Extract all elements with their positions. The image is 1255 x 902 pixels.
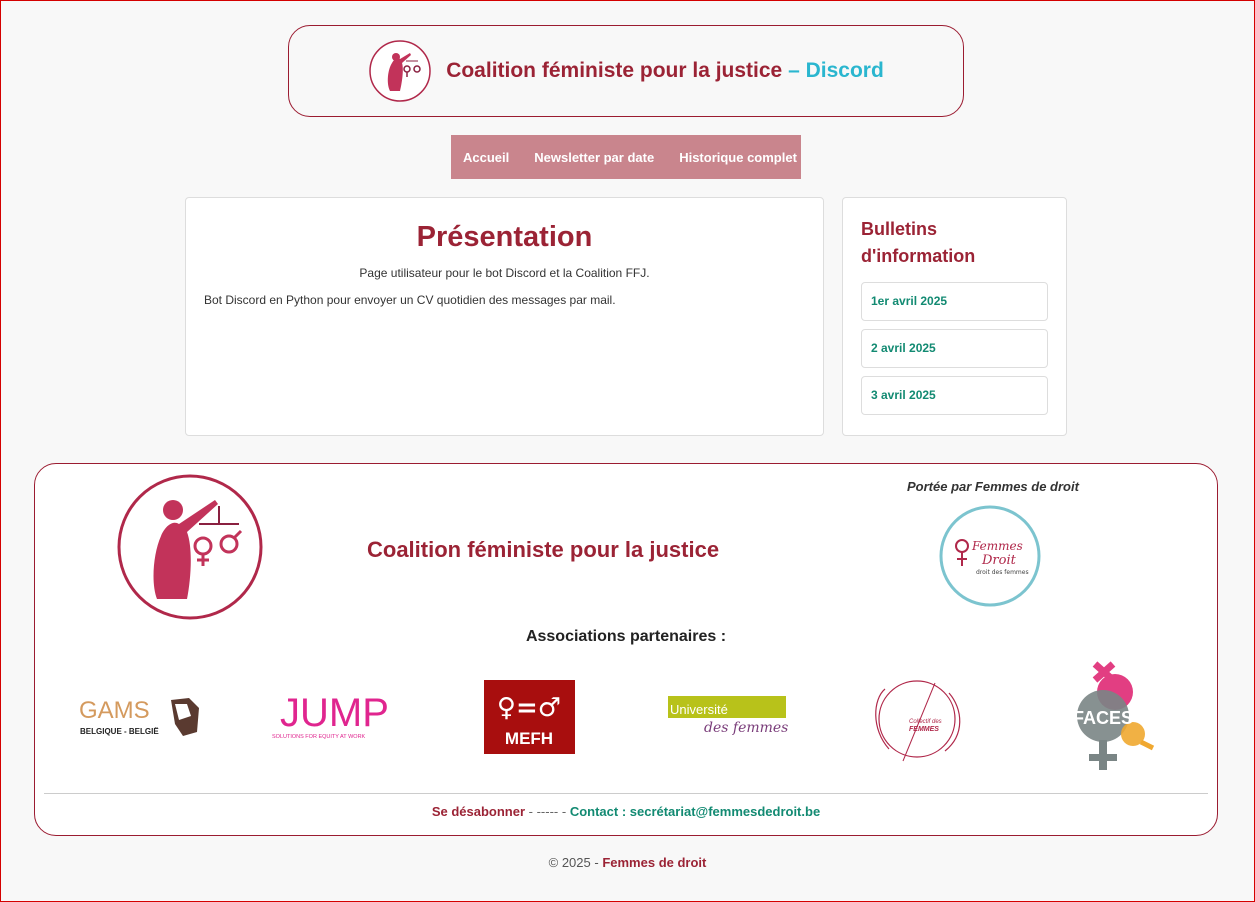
presentation-description: Bot Discord en Python pour envoyer un CV… <box>204 293 616 307</box>
main-nav: Accueil Newsletter par date Historique c… <box>451 135 801 179</box>
presentation-card: Présentation Page utilisateur pour le bo… <box>185 197 824 436</box>
faces-logo[interactable]: FACES <box>1065 660 1155 774</box>
site-title-accent: – Discord <box>788 59 884 82</box>
associations-title: Associations partenaires : <box>525 628 727 645</box>
jump-logo[interactable]: JUMP SOLUTIONS FOR EQUITY AT WORK <box>272 690 400 742</box>
copyright: © 2025 - Femmes de droit <box>1 855 1254 870</box>
universite-des-femmes-logo[interactable]: Université des femmes <box>668 696 788 738</box>
copyright-prefix: © 2025 - <box>548 855 599 870</box>
presentation-subtitle: Page utilisateur pour le bot Discord et … <box>359 266 650 280</box>
nav-item-accueil[interactable]: Accueil <box>463 150 509 165</box>
svg-text:Collectif des: Collectif des <box>909 719 942 725</box>
bulletin-link[interactable]: 1er avril 2025 <box>861 282 1048 321</box>
site-header: Coalition féministe pour la justice – Di… <box>288 25 964 117</box>
presentation-heading: Présentation <box>416 221 593 253</box>
footer-links: Se désabonner - ----- - Contact : secrét… <box>35 804 1217 819</box>
svg-text:GAMS: GAMS <box>79 697 150 724</box>
footer-title: Coalition féministe pour la justice <box>367 537 720 562</box>
footer-divider <box>44 793 1208 794</box>
bulletin-link[interactable]: 2 avril 2025 <box>861 329 1048 368</box>
site-footer: Coalition féministe pour la justice Port… <box>34 463 1218 836</box>
mefh-logo[interactable]: ♀=♂ MEFH <box>484 680 575 754</box>
unsubscribe-link[interactable]: Se désabonner <box>432 804 525 819</box>
portee-label: Portée par Femmes de droit <box>907 479 1079 494</box>
svg-text:JUMP: JUMP <box>280 691 389 735</box>
bulletin-link[interactable]: 3 avril 2025 <box>861 376 1048 415</box>
collectif-des-femmes-logo[interactable]: Collectif des FEMMES <box>865 669 969 765</box>
bulletins-heading: Bulletins d'information <box>861 219 976 266</box>
nav-item-historique-complet[interactable]: Historique complet <box>679 150 797 165</box>
svg-text:MEFH: MEFH <box>505 729 553 748</box>
svg-text:BELGIQUE - BELGIË: BELGIQUE - BELGIË <box>80 727 159 736</box>
svg-text:Femmes: Femmes <box>971 539 1023 553</box>
site-title: Coalition féministe pour la justice – Di… <box>446 59 884 83</box>
contact-email[interactable]: Contact : secrétariat@femmesdedroit.be <box>570 804 820 819</box>
svg-text:SOLUTIONS FOR EQUITY AT WORK: SOLUTIONS FOR EQUITY AT WORK <box>272 734 366 740</box>
svg-text:des femmes: des femmes <box>704 720 788 736</box>
svg-text:♀=♂: ♀=♂ <box>497 693 561 723</box>
svg-text:Université: Université <box>670 702 728 717</box>
svg-text:FACES: FACES <box>1073 708 1133 728</box>
gams-logo[interactable]: GAMS BELGIQUE - BELGIË <box>79 694 201 740</box>
site-title-main: Coalition féministe pour la justice <box>446 59 783 82</box>
svg-text:Droit: Droit <box>981 553 1017 568</box>
copyright-org[interactable]: Femmes de droit <box>602 855 706 870</box>
footer-separator: - ----- - <box>528 804 567 819</box>
bulletins-sidebar: Bulletins d'information 1er avril 2025 2… <box>842 197 1067 436</box>
femmes-de-droit-logo-icon: Femmes Droit droit des femmes <box>939 505 1041 607</box>
justice-woman-logo-icon <box>117 474 263 620</box>
svg-text:droit des femmes: droit des femmes <box>976 569 1029 576</box>
svg-text:FEMMES: FEMMES <box>909 726 939 733</box>
nav-item-newsletter-par-date[interactable]: Newsletter par date <box>534 150 654 165</box>
justice-woman-logo-icon <box>369 40 431 102</box>
